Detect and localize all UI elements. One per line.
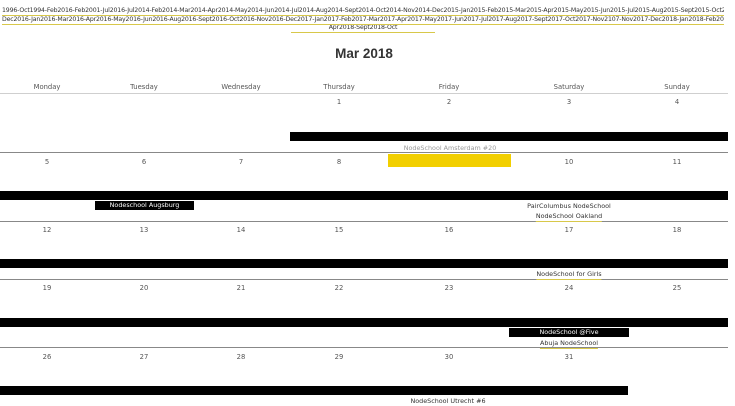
day-7[interactable]: 7 [239,158,243,166]
day-19[interactable]: 19 [43,284,52,292]
day-10[interactable]: 10 [565,158,574,166]
day-4[interactable]: 4 [675,98,679,106]
event-nodeschool-amsterdam[interactable]: NodeSchool Amsterdam #20 [404,144,497,152]
day-21[interactable]: 21 [237,284,246,292]
day-27[interactable]: 27 [140,353,149,361]
day-20[interactable]: 20 [140,284,149,292]
event-nodeschool-utrecht[interactable]: NodeSchool Utrecht #6 [410,397,485,405]
month-title: Mar 2018 [335,46,393,61]
event-nodeschool-at-five[interactable]: NodeSchool @Five [509,328,629,337]
day-24[interactable]: 24 [565,284,574,292]
day-29[interactable]: 29 [335,353,344,361]
weekday-thursday: Thursday [323,83,355,91]
day-15[interactable]: 15 [335,226,344,234]
event-bar[interactable] [0,259,728,268]
day-18[interactable]: 18 [673,226,682,234]
event-paircolumbus-nodeschool[interactable]: PairColumbus NodeSchool [527,202,611,210]
day-22[interactable]: 22 [335,284,344,292]
event-nodeschool-for-girls[interactable]: NodeSchool for Girls [536,270,602,280]
day-2[interactable]: 2 [447,98,451,106]
event-nodeschool-augsburg[interactable]: Nodeschool Augsburg [95,201,194,210]
event-nodeschool-oakland[interactable]: NodeSchool Oakland [535,212,603,222]
archive-underline [2,23,724,25]
week-divider [0,221,728,222]
archive-underline [290,32,436,33]
day-14[interactable]: 14 [237,226,246,234]
week-divider [0,93,728,94]
day-17[interactable]: 17 [565,226,574,234]
today-highlight [388,154,511,167]
day-16[interactable]: 16 [445,226,454,234]
day-30[interactable]: 30 [445,353,454,361]
event-bar[interactable] [0,386,628,395]
day-23[interactable]: 23 [445,284,454,292]
day-31[interactable]: 31 [565,353,574,361]
weekday-friday: Friday [438,83,460,91]
weekday-tuesday: Tuesday [130,83,158,91]
weekday-monday: Monday [33,83,61,91]
event-bar[interactable] [0,191,728,200]
day-5[interactable]: 5 [45,158,49,166]
week-divider [0,347,728,348]
day-13[interactable]: 13 [140,226,149,234]
day-3[interactable]: 3 [567,98,571,106]
weekday-sunday: Sunday [664,83,690,91]
day-11[interactable]: 11 [673,158,682,166]
day-25[interactable]: 25 [673,284,682,292]
week-divider [0,152,728,153]
day-6[interactable]: 6 [142,158,146,166]
day-26[interactable]: 26 [43,353,52,361]
day-1[interactable]: 1 [337,98,341,106]
week-divider [0,279,728,280]
event-bar[interactable] [290,132,728,141]
day-28[interactable]: 28 [237,353,246,361]
event-bar[interactable] [0,318,728,327]
day-8[interactable]: 8 [337,158,341,166]
event-abuja-nodeschool[interactable]: Abuja NodeSchool [539,339,599,349]
archive-underline [2,15,724,16]
weekday-wednesday: Wednesday [221,83,261,91]
month-archive-links[interactable]: 1996-Oct1994-Feb2016-Feb2001-Jul2016-Jul… [2,7,724,33]
weekday-saturday: Saturday [553,83,585,91]
day-12[interactable]: 12 [43,226,52,234]
